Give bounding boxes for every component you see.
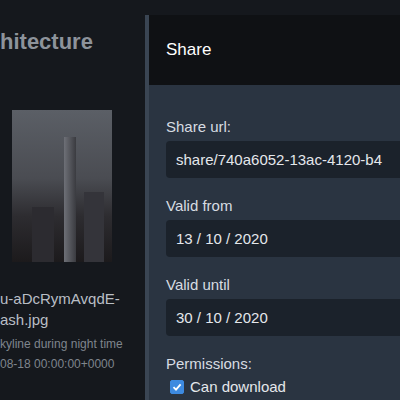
- dialog-body: Share url: share/740a6052-13ac-4120-b4 Val…: [149, 85, 400, 396]
- photo-date: 08-18 00:00:00+0000: [0, 354, 145, 374]
- field-label: Valid until: [166, 276, 400, 294]
- share-dialog: Share Share url: share/740a6052-13ac-4120-…: [145, 15, 400, 400]
- permissions-label: Permissions:: [166, 355, 400, 373]
- photo-description: kyline during night time: [0, 334, 145, 354]
- field-label: Share url:: [166, 118, 400, 136]
- field-input[interactable]: share/740a6052-13ac-4120-b4: [166, 141, 400, 178]
- field-input[interactable]: 13 / 10 / 2020: [166, 220, 400, 257]
- file-name: ash.jpg: [0, 309, 145, 330]
- page-title: hitecture: [0, 28, 145, 56]
- dialog-title: Share: [166, 40, 211, 60]
- dialog-header: Share: [149, 15, 400, 85]
- photo-thumbnail[interactable]: [12, 110, 112, 262]
- permission-row[interactable]: Can download: [170, 378, 400, 396]
- field-label: Valid from: [166, 197, 400, 215]
- gallery-panel: hitecture u-aDcRymAvqdE-ash.jpg kyline dur…: [0, 0, 145, 400]
- file-name: u-aDcRymAvqdE-: [0, 288, 145, 309]
- permission-label: Can download: [190, 378, 286, 396]
- permission-checkbox[interactable]: [170, 380, 184, 394]
- field-input[interactable]: 30 / 10 / 2020: [166, 299, 400, 336]
